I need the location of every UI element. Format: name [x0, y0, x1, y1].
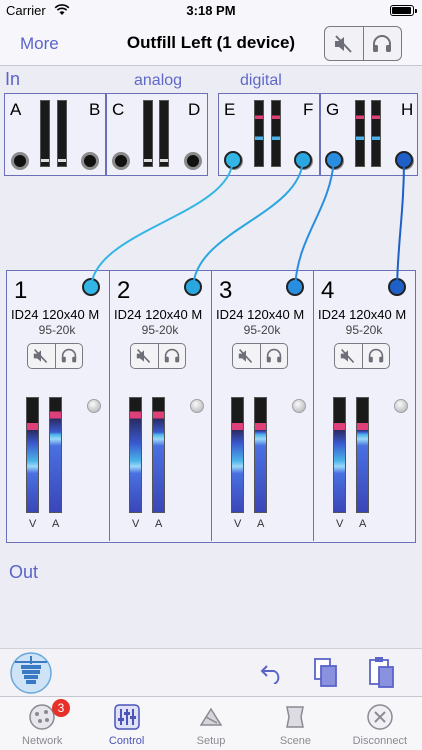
network-badge: 3: [52, 699, 70, 717]
action-toolbar: [0, 648, 422, 696]
copy-icon: [314, 658, 337, 687]
patch-cable-e-1[interactable]: [90, 159, 234, 288]
tab-label: Setup: [196, 735, 226, 747]
patch-cable-g-3[interactable]: [294, 159, 335, 288]
tab-setup[interactable]: Setup: [169, 697, 253, 750]
disconnect-x-icon: [367, 704, 393, 730]
tab-control[interactable]: Control: [84, 697, 168, 750]
paste-icon: [369, 657, 394, 688]
tab-bar: 3 Network Control Setup Scene Disconnect: [0, 696, 422, 750]
setup-tools-icon: [199, 707, 223, 726]
undo-arrow-icon: [260, 665, 280, 684]
paste-button[interactable]: [362, 655, 402, 691]
scene-icon: [286, 706, 305, 728]
speaker-array-logo-icon: [10, 652, 52, 694]
tab-label: Disconnect: [352, 735, 408, 747]
tab-network[interactable]: 3 Network: [0, 697, 84, 750]
patch-cable-f-2[interactable]: [192, 159, 304, 288]
tab-disconnect[interactable]: Disconnect: [338, 697, 422, 750]
tab-label: Network: [22, 735, 63, 747]
patch-cables: [90, 159, 405, 288]
tab-label: Control: [108, 735, 145, 747]
undo-button[interactable]: [252, 655, 292, 691]
speaker-array-logo[interactable]: [8, 651, 54, 695]
copy-button[interactable]: [306, 655, 346, 691]
out-section-label: Out: [9, 562, 39, 582]
tab-label: Scene: [279, 735, 312, 747]
sliders-icon: [113, 704, 140, 730]
patch-cable-h-4[interactable]: [396, 159, 405, 288]
tab-scene[interactable]: Scene: [253, 697, 337, 750]
